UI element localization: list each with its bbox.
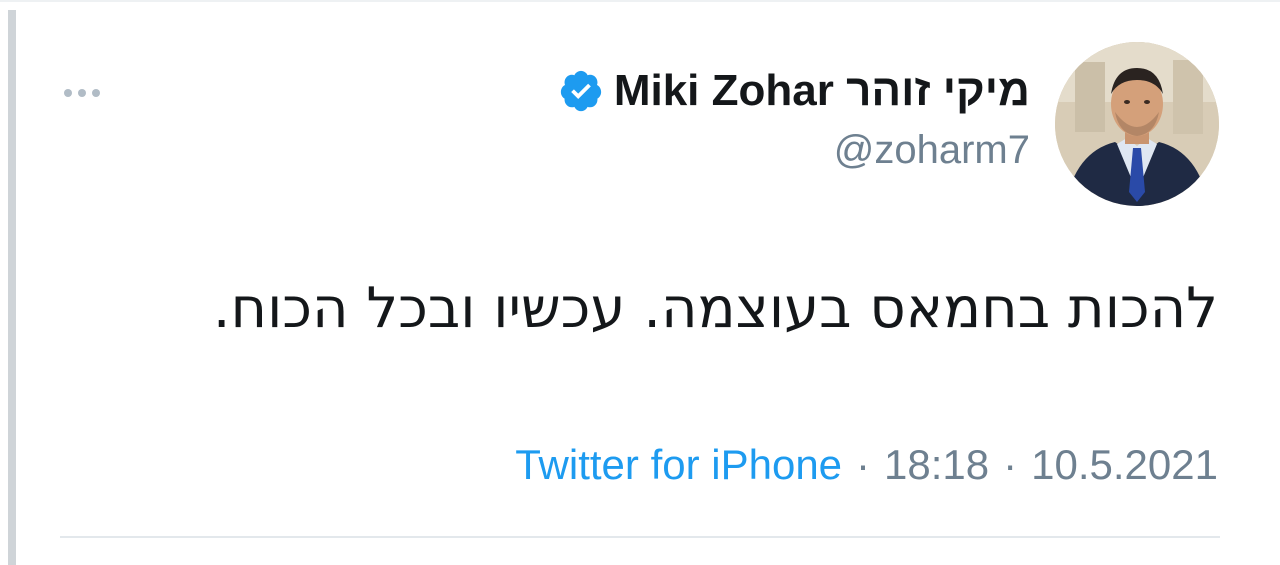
author-header[interactable]: Miki Zohar מיקי זוהר: [558, 66, 1030, 116]
dot-icon: [92, 89, 100, 97]
separator: ·: [1003, 441, 1018, 488]
avatar[interactable]: [1055, 42, 1219, 206]
bottom-divider: [60, 536, 1220, 538]
more-options-icon[interactable]: [64, 86, 110, 100]
tweet-source-link[interactable]: Twitter for iPhone: [515, 441, 842, 488]
author-name: Miki Zohar מיקי זוהר: [613, 66, 1030, 115]
verified-badge-icon: [560, 70, 601, 112]
scrollbar[interactable]: [8, 10, 16, 565]
separator: ·: [856, 441, 871, 488]
author-handle[interactable]: @zoharm7: [834, 128, 1030, 173]
tweet-time[interactable]: 18:18: [884, 441, 989, 488]
tweet-card: Miki Zohar מיקי זוהר @zoharm7 להכות בחמא…: [0, 0, 1280, 565]
tweet-meta: Twitter for iPhone · 18:18 · 10.5.2021: [515, 441, 1218, 489]
dot-icon: [64, 89, 72, 97]
avatar-image: [1055, 42, 1219, 206]
top-divider: [0, 0, 1280, 2]
tweet-text: להכות בחמאס בעוצמה. עכשיו ובכל הכוח.: [212, 276, 1218, 341]
tweet-date[interactable]: 10.5.2021: [1031, 441, 1218, 488]
dot-icon: [78, 89, 86, 97]
